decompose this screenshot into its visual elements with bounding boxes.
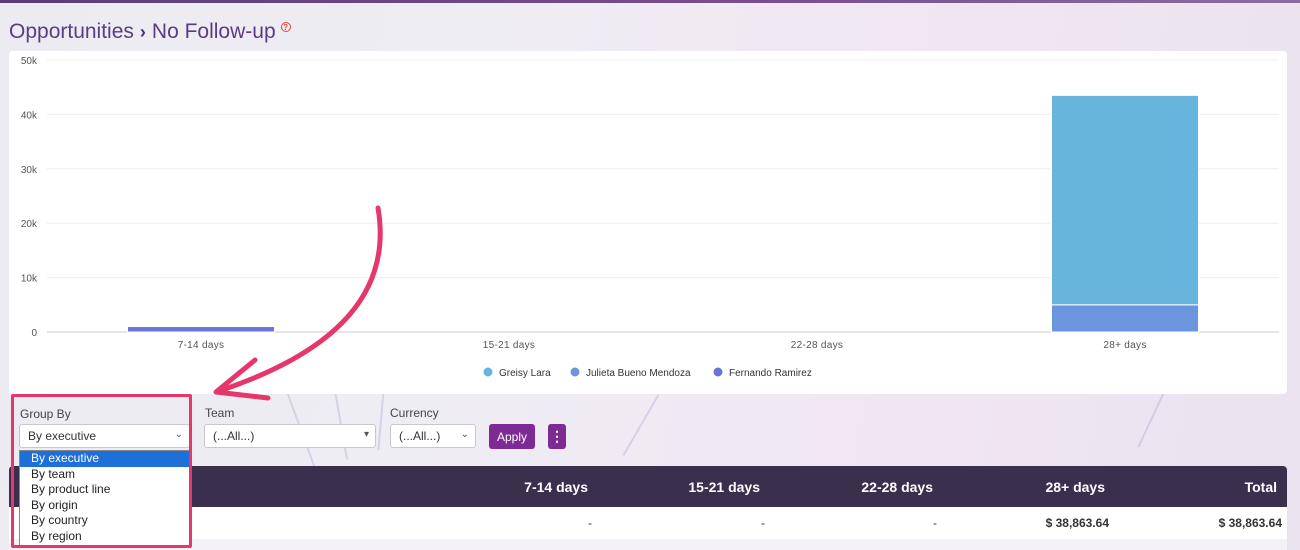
dropdown-option[interactable]: By product line (20, 482, 189, 498)
group-by-value: By executive (28, 429, 97, 443)
y-tick-label: 50k (21, 56, 38, 67)
more-options-button[interactable]: ⋮ (548, 424, 566, 449)
x-tick-label: 7-14 days (178, 340, 225, 351)
column-header[interactable]: Total (1245, 479, 1277, 495)
currency-label: Currency (390, 406, 439, 420)
currency-select[interactable]: (...All...) ⌄ (390, 424, 476, 448)
top-accent-bar (0, 0, 1300, 3)
bar-segment (1051, 304, 1199, 333)
table-cell: - (933, 516, 937, 530)
vertical-dots-icon: ⋮ (550, 428, 564, 444)
y-tick-label: 30k (21, 165, 38, 176)
x-tick-label: 28+ days (1103, 340, 1146, 351)
help-icon[interactable]: ? (280, 22, 291, 32)
y-tick-label: 0 (31, 328, 37, 339)
legend-label: Greisy Lara (499, 368, 551, 379)
group-by-select[interactable]: By executive ⌄ (19, 424, 190, 448)
filter-bar: Group By By executive ⌄ Team (...All...)… (9, 398, 1287, 460)
table-header: 7-14 days 15-21 days 22-28 days 28+ days… (9, 466, 1287, 507)
table-cell: - (761, 516, 765, 530)
team-select[interactable]: (...All...) ▾ (204, 424, 376, 448)
table-cell: $ 38,863.64 (1045, 516, 1109, 530)
legend-marker (570, 367, 580, 377)
column-header[interactable]: 22-28 days (861, 479, 933, 495)
apply-button[interactable]: Apply (489, 424, 535, 449)
stacked-bar-chart: 0 10k 20k 30k 40k 50k 7-14 days 15-21 days 22-28… (21, 56, 1279, 379)
chevron-down-icon: ⌄ (174, 429, 183, 440)
chart-card: 0 10k 20k 30k 40k 50k 7-14 days 15-21 days 22-28… (9, 51, 1287, 394)
table-cell: - (588, 516, 592, 530)
column-header[interactable]: 15-21 days (688, 479, 760, 495)
legend-marker (713, 367, 723, 377)
x-tick-label: 22-28 days (791, 340, 843, 351)
column-header[interactable]: 28+ days (1045, 479, 1105, 495)
caret-down-icon: ▾ (363, 429, 369, 440)
dropdown-option[interactable]: By country (20, 513, 189, 529)
dropdown-option[interactable]: By team (20, 467, 189, 483)
team-value: (...All...) (213, 429, 255, 443)
bar-segment (1051, 94, 1199, 306)
breadcrumb-section[interactable]: Opportunities (9, 20, 134, 44)
currency-value: (...All...) (399, 429, 441, 443)
chevron-down-icon: ⌄ (460, 429, 469, 440)
dropdown-option[interactable]: By origin (20, 498, 189, 514)
team-label: Team (205, 406, 235, 420)
chevron-right-icon: › (139, 21, 146, 42)
bar-segment (127, 326, 275, 333)
legend-label: Fernando Ramirez (729, 368, 812, 379)
page-title: Opportunities › No Follow-up ? (9, 20, 291, 44)
x-tick-label: 15-21 days (483, 340, 535, 351)
table-row-partial (9, 539, 1287, 550)
legend-label: Julieta Bueno Mendoza (586, 368, 691, 379)
y-tick-label: 20k (21, 219, 38, 230)
y-tick-label: 40k (21, 110, 38, 121)
table-cell: $ 38,863.64 (1218, 516, 1282, 530)
column-header[interactable]: 7-14 days (524, 479, 588, 495)
group-by-label: Group By (20, 407, 71, 421)
y-tick-label: 10k (21, 274, 38, 285)
dropdown-option[interactable]: By executive (20, 451, 189, 467)
table-row: - - - $ 38,863.64 $ 38,863.64 (9, 507, 1287, 539)
legend-marker (483, 367, 493, 377)
group-by-dropdown-list: By executive By team By product line By ori… (19, 450, 190, 546)
dropdown-option[interactable]: By region (20, 529, 189, 545)
breadcrumb-page: No Follow-up (151, 20, 276, 43)
